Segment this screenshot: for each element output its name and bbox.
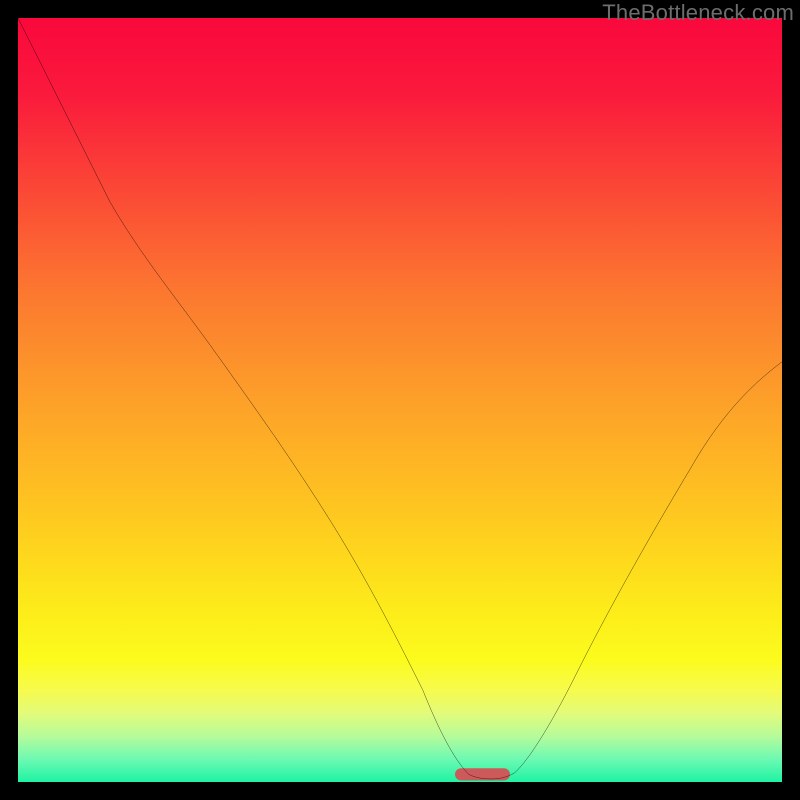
chart-overlay-svg: [18, 18, 782, 782]
chart-stage: TheBottleneck.com: [0, 0, 800, 800]
bottleneck-curve: [18, 18, 782, 779]
watermark-text: TheBottleneck.com: [602, 0, 794, 26]
selected-range-marker: [455, 768, 510, 780]
chart-plot-area: [18, 18, 782, 782]
